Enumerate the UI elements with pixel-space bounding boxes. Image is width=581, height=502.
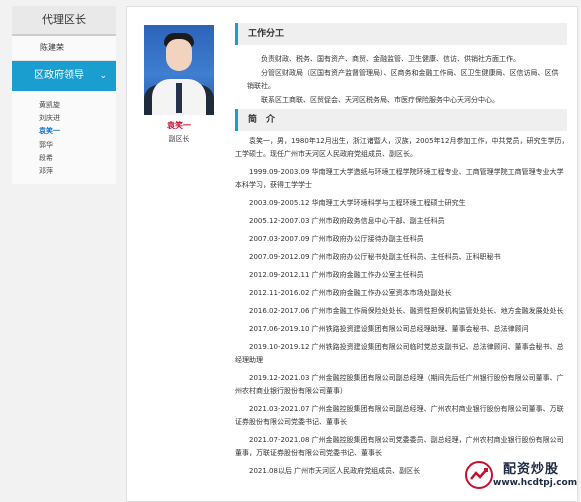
duties-paragraph: 分管区财政局（区国有资产监督管理局）、区商务和金融工作局、区卫生健康局、区信访局… [247,68,559,91]
person-name: 袁笑一 [167,121,191,130]
sidebar-header: 代理区长 [12,6,116,36]
duties-paragraph: 负责财政、税务、国有资产、商贸、金融监管、卫生健康、信访、供销社方面工作。 [261,55,520,63]
sidebar-sub-list: 黄凯旋 刘庆进 袁笑一 郭华 段希 邓萍 [12,91,116,185]
person-title: 副区长 [168,135,190,143]
intro-text: 袁笑一，男，1980年12月出生，浙江诸暨人，汉族，2005年12月参加工作，中… [235,135,569,483]
sidebar-item-acting-mayor[interactable]: 陈建荣 [12,36,116,61]
duties-heading: 工作分工 [235,23,567,45]
sidebar-section-leaders[interactable]: 区政府领导 ⌄ [12,61,116,91]
sidebar-subitem[interactable]: 郭华 [12,139,116,152]
watermark: 配资炒股 www.hcdtpj.com [463,457,578,495]
resume-entry: 2012.11-2016.02 广州市政府金融工作办公室资本市场处副处长 [249,289,452,297]
sidebar-subitem[interactable]: 邓萍 [12,165,116,178]
chevron-down-icon: ⌄ [99,71,107,81]
profile-panel: 袁笑一 副区长 工作分工 负责财政、税务、国有资产、商贸、金融监管、卫生健康、信… [126,6,578,502]
intro-heading: 简 介 [235,109,567,131]
sidebar-subitem[interactable]: 黄凯旋 [12,99,116,112]
resume-entry: 2019.10-2019.12 广州铁路投资建设集团有限公司临时党总支副书记、总… [235,343,564,364]
resume-entry: 2007.09-2012.09 广州市政府办公厅秘书处副主任科员、主任科员、正科… [249,253,501,261]
watermark-logo-icon [465,461,493,489]
duties-text: 负责财政、税务、国有资产、商贸、金融监管、卫生健康、信访、供销社方面工作。 分管… [247,53,565,107]
portrait-photo [144,25,214,115]
sidebar-subitem[interactable]: 刘庆进 [12,112,116,125]
sidebar-subitem-current[interactable]: 袁笑一 [12,125,116,138]
resume-entry: 2017.06-2019.10 广州铁路投资建设集团有限公司总经理助理、董事会秘… [249,325,529,333]
sidebar-section-label: 区政府领导 [34,70,84,81]
sidebar: 代理区长 陈建荣 区政府领导 ⌄ 黄凯旋 刘庆进 袁笑一 郭华 段希 邓萍 [12,6,116,185]
sidebar-subitem[interactable]: 段希 [12,152,116,165]
resume-entry: 1999.09-2003.09 华南理工大学造纸与环境工程学院环境工程专业、工商… [235,168,564,189]
watermark-url: www.hcdtpj.com [493,478,578,488]
intro-summary: 袁笑一，男，1980年12月出生，浙江诸暨人，汉族，2005年12月参加工作，中… [235,137,569,158]
resume-entry: 2021.03-2021.07 广州金融控股集团有限公司副总经理、广州农村商业银… [235,405,564,426]
resume-entry: 2007.03-2007.09 广州市政府办公厅接待办副主任科员 [249,235,424,243]
watermark-title: 配资炒股 [503,462,560,477]
resume-entry: 2016.02-2017.06 广州市金融工作局保险处处长、融资性担保机构监管处… [249,307,564,315]
resume-entry: 2012.09-2012.11 广州市政府金融工作办公室主任科员 [249,271,424,279]
resume-entry: 2019.12-2021.03 广州金融控股集团有限公司副总经理（期间先后任广州… [235,374,564,395]
duties-paragraph: 联系区工商联、区贸促会、天河区税务局、市医疗保险服务中心天河分中心。 [261,95,499,104]
resume-entry: 2005.12-2007.03 广州市政府政务信息中心干部、副主任科员 [249,217,445,225]
resume-entry: 2003.09-2005.12 华南理工大学环境科学与工程环境工程硕士研究生 [249,199,466,207]
